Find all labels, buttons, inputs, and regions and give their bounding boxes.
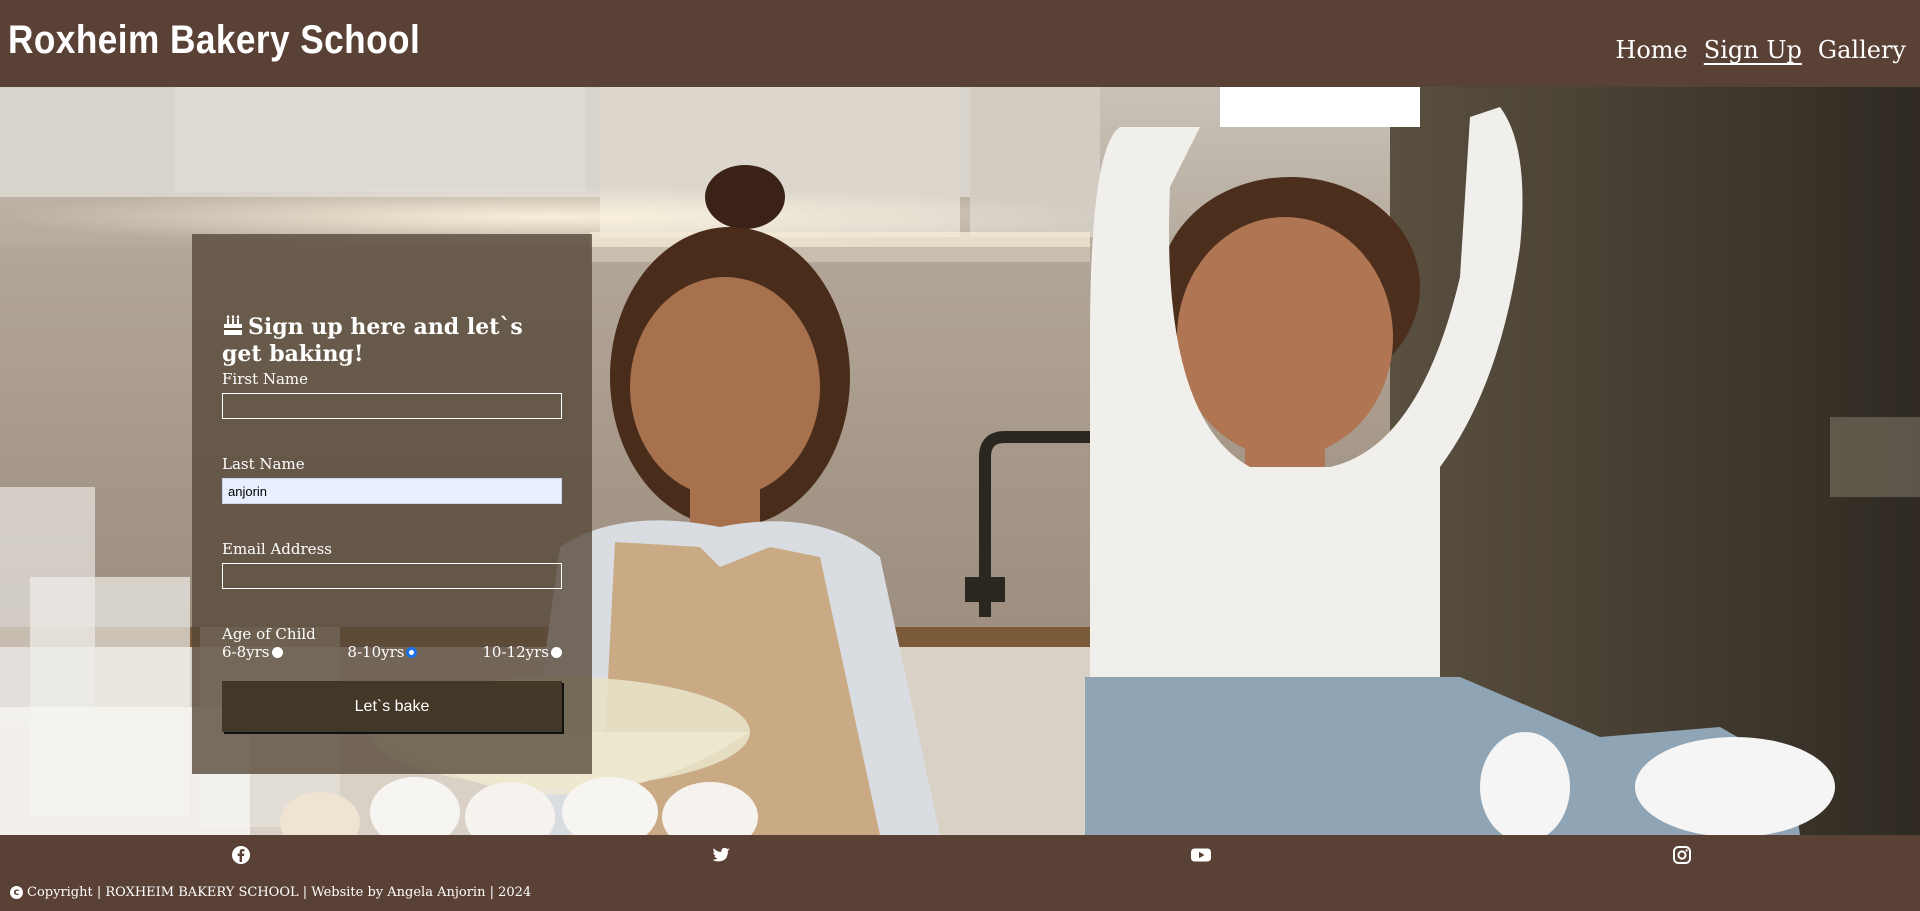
first-name-group: First Name <box>222 370 562 419</box>
twitter-icon[interactable] <box>711 845 731 865</box>
social-links <box>0 845 1920 865</box>
nav-home[interactable]: Home <box>1615 36 1687 64</box>
age-option-8-10[interactable]: 8-10yrs <box>347 643 418 661</box>
last-name-group: Last Name <box>222 455 562 504</box>
form-title: Sign up here and let`s get baking! <box>222 314 562 368</box>
age-option-6-8[interactable]: 6-8yrs <box>222 643 283 661</box>
age-option-label: 6-8yrs <box>222 643 270 661</box>
last-name-label: Last Name <box>222 455 305 473</box>
age-radio-10-12[interactable] <box>550 646 562 658</box>
nav-sign-up[interactable]: Sign Up <box>1704 36 1802 64</box>
hero-image: Sign up here and let`s get baking! First… <box>0 87 1920 835</box>
facebook-icon[interactable] <box>231 845 251 865</box>
copyright: c Copyright | ROXHEIM BAKERY SCHOOL | We… <box>10 885 531 900</box>
form-title-text: Sign up here and let`s get baking! <box>222 314 523 367</box>
site-header: Roxheim Bakery School Home Sign Up Galle… <box>0 0 1920 87</box>
copyright-text: Copyright | ROXHEIM BAKERY SCHOOL | Webs… <box>27 885 532 900</box>
email-field[interactable] <box>222 563 562 589</box>
age-option-label: 10-12yrs <box>482 643 549 661</box>
age-label: Age of Child <box>222 625 316 643</box>
age-option-label: 8-10yrs <box>347 643 405 661</box>
nav-gallery[interactable]: Gallery <box>1818 36 1906 64</box>
site-logo[interactable]: Roxheim Bakery School <box>8 18 420 63</box>
submit-button[interactable]: Let`s bake <box>222 681 562 732</box>
signup-form-panel: Sign up here and let`s get baking! First… <box>192 234 592 774</box>
email-group: Email Address <box>222 540 562 589</box>
age-option-10-12[interactable]: 10-12yrs <box>482 643 562 661</box>
age-radio-row: 6-8yrs 8-10yrs 10-12yrs <box>222 643 562 661</box>
first-name-field[interactable] <box>222 393 562 419</box>
site-footer: c Copyright | ROXHEIM BAKERY SCHOOL | We… <box>0 835 1920 911</box>
age-group: Age of Child 6-8yrs 8-10yrs 10-12yrs <box>222 625 562 661</box>
main-nav: Home Sign Up Gallery <box>1615 36 1906 64</box>
birthday-cake-icon <box>224 315 242 335</box>
first-name-label: First Name <box>222 370 309 388</box>
instagram-icon[interactable] <box>1672 845 1692 865</box>
last-name-field[interactable] <box>222 478 562 504</box>
age-radio-8-10[interactable] <box>406 646 418 658</box>
age-radio-6-8[interactable] <box>271 646 283 658</box>
email-label: Email Address <box>222 540 332 558</box>
youtube-icon[interactable] <box>1191 845 1211 865</box>
copyright-icon: c <box>10 886 23 899</box>
